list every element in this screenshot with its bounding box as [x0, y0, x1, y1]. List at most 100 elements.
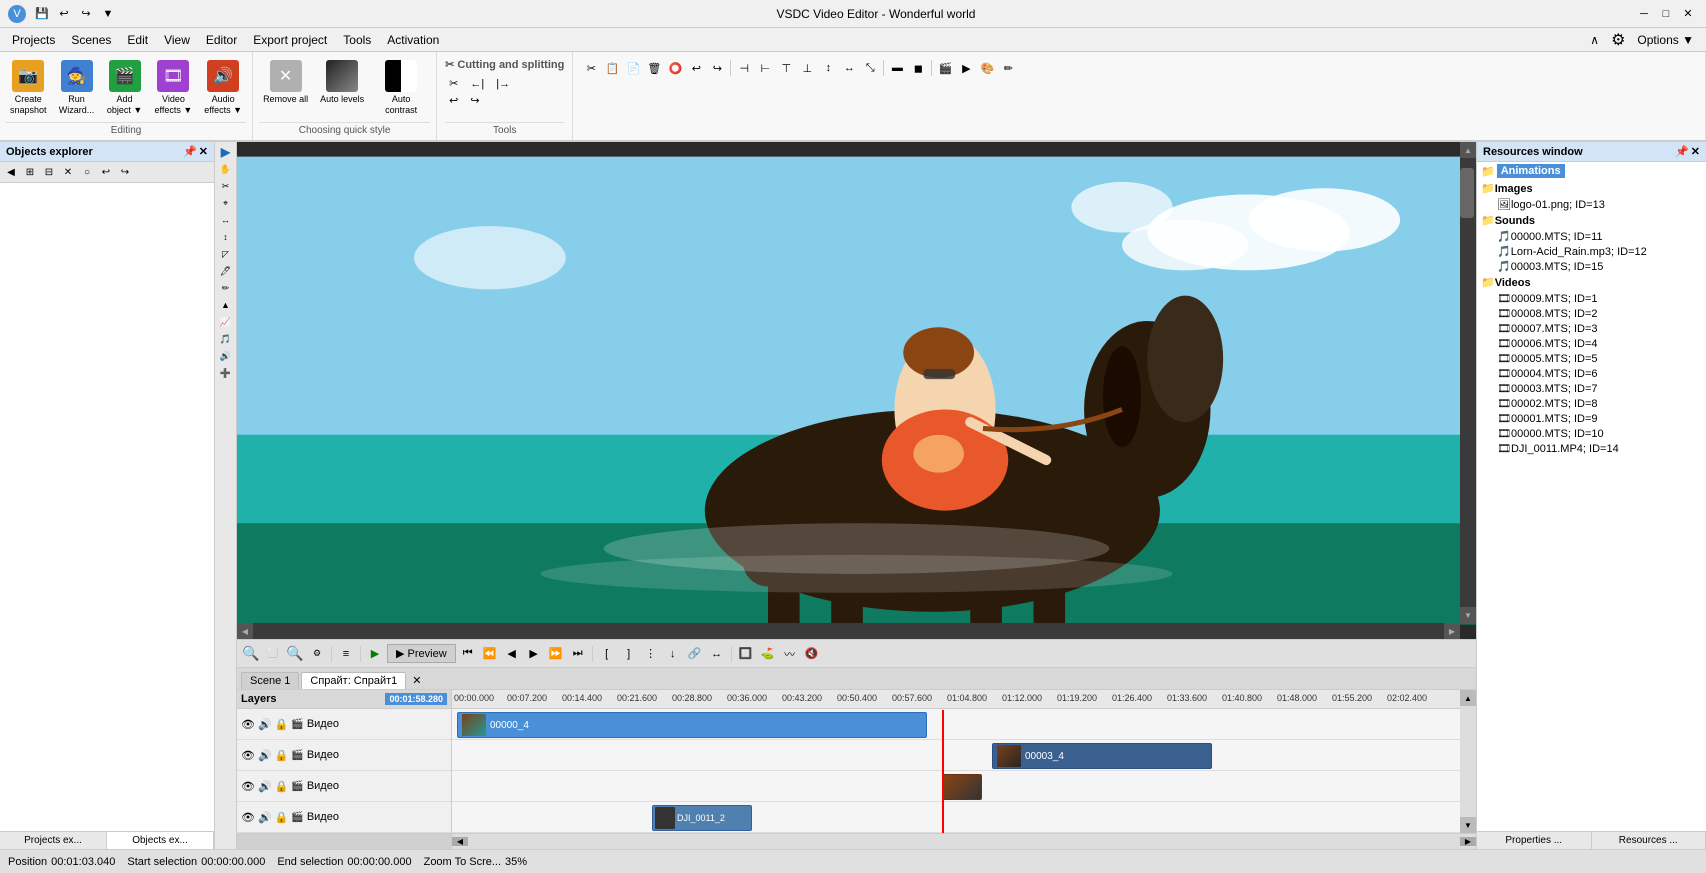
- ts-align2[interactable]: ⊢: [755, 58, 775, 78]
- ts-align3[interactable]: ⊤: [776, 58, 796, 78]
- tl-out-btn[interactable]: ]: [619, 644, 639, 664]
- tl-settings-btn[interactable]: ≡: [336, 644, 356, 664]
- ts-redo-icon[interactable]: ↪: [707, 58, 727, 78]
- res-item-00000mts[interactable]: 🎵 00000.MTS; ID=11: [1477, 229, 1706, 244]
- go-end-btn[interactable]: ⏭: [568, 644, 588, 664]
- obj-toolbar-btn4[interactable]: ✕: [59, 163, 77, 181]
- vert-btn4[interactable]: ⌖: [217, 195, 235, 211]
- preview-hscroll[interactable]: ◀ ▶: [237, 623, 1460, 639]
- ts-cut-icon[interactable]: ✂: [581, 58, 601, 78]
- vert-btn12[interactable]: 🎵: [217, 331, 235, 347]
- tl-scroll-down[interactable]: ▼: [1460, 817, 1476, 833]
- clip-00000_4[interactable]: 00000_4: [457, 712, 927, 738]
- ts-shape1[interactable]: ▬: [887, 58, 907, 78]
- ts-align6[interactable]: ↔: [839, 58, 859, 78]
- obj-toolbar-btn3[interactable]: ⊟: [40, 163, 58, 181]
- ts-delete-icon[interactable]: 🗑: [644, 58, 664, 78]
- menu-projects[interactable]: Projects: [4, 31, 63, 49]
- ts-align5[interactable]: ↕: [818, 58, 838, 78]
- vert-btn14[interactable]: ➕: [217, 365, 235, 381]
- res-item-00009[interactable]: 🎞 00009.MTS; ID=1: [1477, 291, 1706, 306]
- ts-paste-icon[interactable]: 📄: [623, 58, 643, 78]
- res-item-00000v[interactable]: 🎞 00000.MTS; ID=10: [1477, 426, 1706, 441]
- vert-btn3[interactable]: ✂: [217, 178, 235, 194]
- audio-icon4[interactable]: 🔊: [258, 811, 272, 824]
- redo-btn[interactable]: ↪: [76, 4, 96, 24]
- close-tab-btn[interactable]: ✕: [408, 672, 425, 689]
- timeline-vscroll[interactable]: ▲ ▼: [1460, 690, 1476, 833]
- tl-extract-btn[interactable]: 🔗: [685, 644, 705, 664]
- obj-toolbar-btn6[interactable]: ↩: [97, 163, 115, 181]
- zoom-custom-btn[interactable]: ⚙: [307, 644, 327, 664]
- vert-btn2[interactable]: ✋: [217, 161, 235, 177]
- res-item-00003mts[interactable]: 🎵 00003.MTS; ID=15: [1477, 259, 1706, 274]
- obj-toolbar-btn1[interactable]: ◀: [2, 163, 20, 181]
- res-animations-header[interactable]: 📁 Animations: [1477, 162, 1706, 180]
- zoom-in-btn[interactable]: 🔍: [285, 644, 305, 664]
- vert-btn11[interactable]: 📈: [217, 314, 235, 330]
- objects-ex-tab[interactable]: Objects ex...: [107, 832, 214, 849]
- ts-color1[interactable]: 🎨: [977, 58, 997, 78]
- tl-snap-btn[interactable]: 🔲: [736, 644, 756, 664]
- cut-right-btn[interactable]: |→: [492, 77, 514, 91]
- step-fwd-btn[interactable]: ⏩: [546, 644, 566, 664]
- res-item-00007[interactable]: 🎞 00007.MTS; ID=3: [1477, 321, 1706, 336]
- eye-icon2[interactable]: 👁: [241, 749, 255, 762]
- tl-ripple-btn[interactable]: ↔: [707, 644, 727, 664]
- tl-mute-btn[interactable]: 🔇: [802, 644, 822, 664]
- audio-icon2[interactable]: 🔊: [258, 749, 272, 762]
- menu-editor[interactable]: Editor: [198, 31, 245, 49]
- create-snapshot-button[interactable]: 📷 Createsnapshot: [6, 56, 51, 120]
- res-item-00001[interactable]: 🎞 00001.MTS; ID=9: [1477, 411, 1706, 426]
- res-item-lorn-acid[interactable]: 🎵 Lorn-Acid_Rain.mp3; ID=12: [1477, 244, 1706, 259]
- tl-marker-btn[interactable]: ⛳: [758, 644, 778, 664]
- remove-all-button[interactable]: ✕ Remove all: [259, 56, 312, 109]
- ts-align1[interactable]: ⊣: [734, 58, 754, 78]
- res-item-00005[interactable]: 🎞 00005.MTS; ID=5: [1477, 351, 1706, 366]
- res-item-00002[interactable]: 🎞 00002.MTS; ID=8: [1477, 396, 1706, 411]
- frame-fwd-btn[interactable]: ▶: [524, 644, 544, 664]
- redo-ribbon-btn[interactable]: ↪: [466, 93, 483, 108]
- ts-circle-icon[interactable]: ⭕: [665, 58, 685, 78]
- audio-icon1[interactable]: 🔊: [258, 718, 272, 731]
- auto-levels-button[interactable]: Auto levels: [316, 56, 368, 109]
- res-images-header[interactable]: 📁 Images: [1477, 180, 1706, 197]
- ts-shape2[interactable]: ◼: [908, 58, 928, 78]
- panel-pin-icon[interactable]: 📌: [183, 145, 197, 158]
- scene1-tab[interactable]: Scene 1: [241, 672, 299, 689]
- res-sounds-header[interactable]: 📁 Sounds: [1477, 212, 1706, 229]
- preview-vscroll[interactable]: ▲ ▼: [1460, 142, 1476, 623]
- cut-btn[interactable]: ✂: [445, 76, 462, 91]
- go-start-btn[interactable]: ⏮: [458, 644, 478, 664]
- res-close-icon[interactable]: ✕: [1691, 145, 1700, 158]
- clip-00003_4[interactable]: 00003_4: [992, 743, 1212, 769]
- ts-undo-icon[interactable]: ↩: [686, 58, 706, 78]
- res-item-00004[interactable]: 🎞 00004.MTS; ID=6: [1477, 366, 1706, 381]
- tl-split-btn[interactable]: ⋮: [641, 644, 661, 664]
- properties-tab[interactable]: Properties ...: [1477, 832, 1592, 849]
- add-object-button[interactable]: 🎬 Addobject ▼: [103, 56, 147, 120]
- save-btn[interactable]: 💾: [32, 4, 52, 24]
- obj-toolbar-btn7[interactable]: ↪: [116, 163, 134, 181]
- eye-icon1[interactable]: 👁: [241, 718, 255, 731]
- preview-btn[interactable]: ▶ Preview: [387, 644, 456, 663]
- clip-dji[interactable]: DJI_0011_2: [652, 805, 752, 831]
- eye-icon3[interactable]: 👁: [241, 780, 255, 793]
- options-gear[interactable]: ⚙: [1611, 30, 1625, 50]
- lock-icon3[interactable]: 🔒: [275, 780, 289, 793]
- close-btn[interactable]: ✕: [1678, 4, 1698, 24]
- options-button[interactable]: Options ▼: [1629, 31, 1702, 49]
- vert-btn9[interactable]: ✏: [217, 280, 235, 296]
- auto-contrast-button[interactable]: Auto contrast: [372, 56, 430, 120]
- resources-tab[interactable]: Resources ...: [1592, 832, 1706, 849]
- ts-copy-icon[interactable]: 📋: [602, 58, 622, 78]
- ts-video1[interactable]: 🎬: [935, 58, 955, 78]
- obj-toolbar-btn5[interactable]: ○: [78, 163, 96, 181]
- audio-effects-button[interactable]: 🔊 Audioeffects ▼: [200, 56, 246, 120]
- vert-btn7[interactable]: ◸: [217, 246, 235, 262]
- step-back-btn[interactable]: ⏪: [480, 644, 500, 664]
- scroll-left-btn[interactable]: ◀: [237, 623, 253, 639]
- run-wizard-button[interactable]: 🧙 RunWizard...: [55, 56, 99, 120]
- tl-wave-btn[interactable]: 〰: [780, 644, 800, 664]
- vert-btn13[interactable]: 🔊: [217, 348, 235, 364]
